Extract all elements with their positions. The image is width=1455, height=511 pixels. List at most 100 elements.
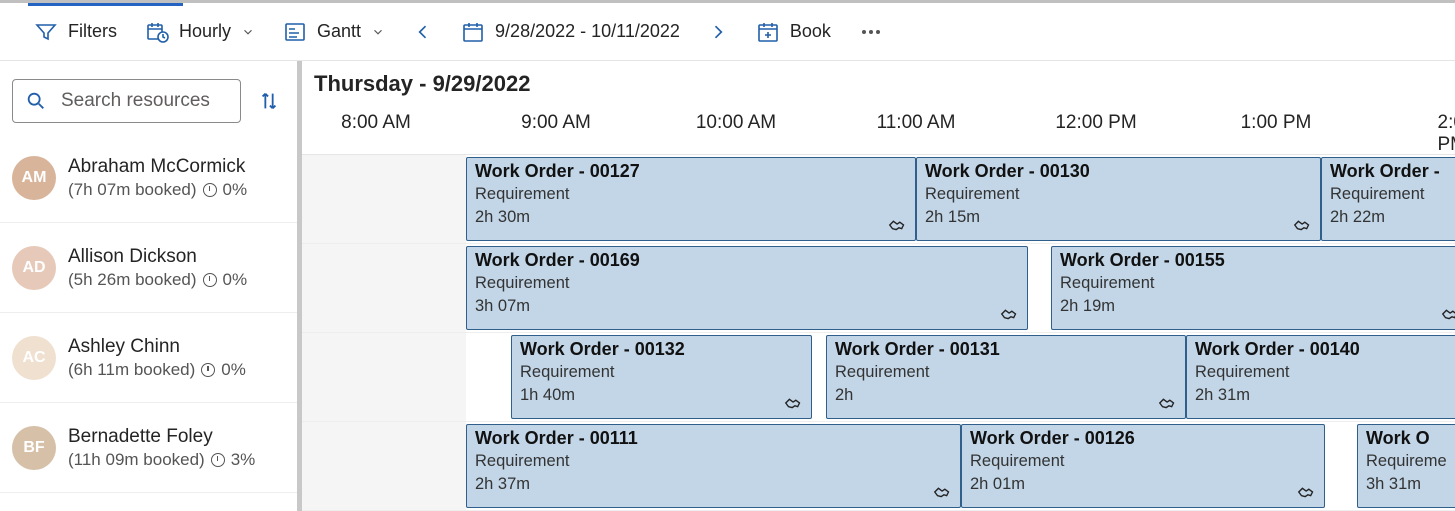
booking-title: Work Order - 00169 — [475, 248, 1019, 272]
date-range-picker[interactable]: 9/28/2022 - 10/11/2022 — [447, 3, 694, 61]
hourly-dropdown[interactable]: Hourly — [131, 3, 269, 61]
booking-title: Work Order - 00132 — [520, 337, 803, 361]
booking[interactable]: Work Order - 00169 Requirement 3h 07m — [466, 246, 1028, 330]
schedule-row[interactable]: Work Order - 00132 Requirement 1h 40m Wo… — [302, 333, 1455, 422]
book-label: Book — [790, 21, 831, 42]
booking-title: Work Order - 00131 — [835, 337, 1177, 361]
time-tick: 12:00 PM — [1055, 112, 1136, 134]
time-tick: 8:00 AM — [341, 112, 411, 134]
booking[interactable]: Work Order - 00126 Requirement 2h 01m — [961, 424, 1325, 508]
clock-icon — [211, 453, 225, 467]
search-input[interactable]: Search resources — [12, 79, 241, 123]
gantt-icon — [283, 20, 307, 44]
time-tick: 2:00 PM — [1438, 112, 1455, 156]
booking-title: Work Order - 00140 — [1195, 337, 1455, 361]
time-tick: 11:00 AM — [877, 112, 956, 134]
resource-name: Ashley Chinn — [68, 336, 246, 358]
booking-duration: 3h 07m — [475, 295, 1019, 317]
booking-duration: 2h 15m — [925, 206, 1312, 228]
nonworking-block — [302, 333, 466, 421]
schedule-row[interactable]: Work Order - 00127 Requirement 2h 30m Wo… — [302, 155, 1455, 244]
clock-icon — [203, 273, 217, 287]
schedule-row[interactable]: Work Order - 00169 Requirement 3h 07m Wo… — [302, 244, 1455, 333]
booking[interactable]: Work Order - Requirement 2h 22m — [1321, 157, 1455, 241]
booking-title: Work Order - 00155 — [1060, 248, 1455, 272]
handshake-icon — [999, 303, 1021, 325]
calendar-clock-icon — [145, 20, 169, 44]
booking[interactable]: Work O Requireme 3h 31m — [1357, 424, 1455, 508]
avatar: AC — [12, 336, 56, 380]
chevron-left-icon — [413, 22, 433, 42]
booking-title: Work O — [1366, 426, 1455, 450]
sort-button[interactable] — [255, 87, 283, 115]
time-tick: 1:00 PM — [1241, 112, 1312, 134]
booking[interactable]: Work Order - 00111 Requirement 2h 37m — [466, 424, 961, 508]
booking-title: Work Order - 00127 — [475, 159, 907, 183]
more-actions-button[interactable] — [845, 3, 897, 61]
booking-req: Requirement — [520, 361, 803, 383]
filter-icon — [34, 20, 58, 44]
resource-row[interactable]: BF Bernadette Foley (11h 09m booked) 3% — [0, 403, 297, 493]
time-header: 8:00 AM9:00 AM10:00 AM11:00 AM12:00 PM1:… — [302, 108, 1455, 155]
booking[interactable]: Work Order - 00127 Requirement 2h 30m — [466, 157, 916, 241]
booking-req: Requirement — [475, 272, 1019, 294]
booking[interactable]: Work Order - 00132 Requirement 1h 40m — [511, 335, 812, 419]
booking-req: Requirement — [1060, 272, 1455, 294]
resource-subtext: (6h 11m booked) 0% — [68, 360, 246, 380]
hourly-label: Hourly — [179, 21, 231, 42]
booking-req: Requireme — [1366, 450, 1455, 472]
booking-duration: 2h — [835, 384, 1177, 406]
booking-req: Requirement — [970, 450, 1316, 472]
booking[interactable]: Work Order - 00140 Requirement 2h 31m — [1186, 335, 1455, 419]
booking-duration: 2h 22m — [1330, 206, 1455, 228]
booking-duration: 2h 37m — [475, 473, 952, 495]
prev-date-button[interactable] — [399, 3, 447, 61]
booking-duration: 2h 01m — [970, 473, 1316, 495]
day-header: Thursday - 9/29/2022 — [302, 61, 1455, 108]
booking-req: Requirement — [475, 183, 907, 205]
handshake-icon — [1296, 481, 1318, 503]
booking-duration: 3h 31m — [1366, 473, 1455, 495]
booking[interactable]: Work Order - 00131 Requirement 2h — [826, 335, 1186, 419]
nonworking-block — [302, 422, 466, 510]
booking[interactable]: Work Order - 00155 Requirement 2h 19m — [1051, 246, 1455, 330]
calendar-icon — [461, 20, 485, 44]
filters-button[interactable]: Filters — [20, 3, 131, 61]
booking-req: Requirement — [835, 361, 1177, 383]
resource-row[interactable]: AC Ashley Chinn (6h 11m booked) 0% — [0, 313, 297, 403]
booking-title: Work Order - 00126 — [970, 426, 1316, 450]
booking-duration: 1h 40m — [520, 384, 803, 406]
chevron-down-icon — [371, 25, 385, 39]
handshake-icon — [1292, 214, 1314, 236]
resource-name: Abraham McCormick — [68, 156, 247, 178]
time-tick: 10:00 AM — [696, 112, 776, 134]
avatar: AM — [12, 156, 56, 200]
booking-req: Requirement — [1195, 361, 1455, 383]
schedule-row[interactable]: Work Order - 00111 Requirement 2h 37m Wo… — [302, 422, 1455, 511]
search-icon — [25, 90, 47, 112]
gantt-dropdown[interactable]: Gantt — [269, 3, 399, 61]
resource-name: Bernadette Foley — [68, 426, 255, 448]
schedule-pane: Thursday - 9/29/2022 8:00 AM9:00 AM10:00… — [302, 61, 1455, 511]
booking-duration: 2h 19m — [1060, 295, 1455, 317]
filters-label: Filters — [68, 21, 117, 42]
booking[interactable]: Work Order - 00130 Requirement 2h 15m — [916, 157, 1321, 241]
gantt-label: Gantt — [317, 21, 361, 42]
resource-subtext: (5h 26m booked) 0% — [68, 270, 247, 290]
next-date-button[interactable] — [694, 3, 742, 61]
resource-pane: Search resources AM Abraham McCormick (7… — [0, 61, 302, 511]
booking-req: Requirement — [1330, 183, 1455, 205]
avatar: AD — [12, 246, 56, 290]
handshake-icon — [932, 481, 954, 503]
search-placeholder: Search resources — [61, 90, 210, 112]
resource-row[interactable]: AD Allison Dickson (5h 26m booked) 0% — [0, 223, 297, 313]
handshake-icon — [783, 392, 805, 414]
chevron-down-icon — [241, 25, 255, 39]
more-icon — [859, 20, 883, 44]
calendar-add-icon — [756, 20, 780, 44]
resource-row[interactable]: AM Abraham McCormick (7h 07m booked) 0% — [0, 133, 297, 223]
nonworking-block — [302, 244, 466, 332]
handshake-icon — [887, 214, 909, 236]
book-button[interactable]: Book — [742, 3, 845, 61]
chevron-right-icon — [708, 22, 728, 42]
